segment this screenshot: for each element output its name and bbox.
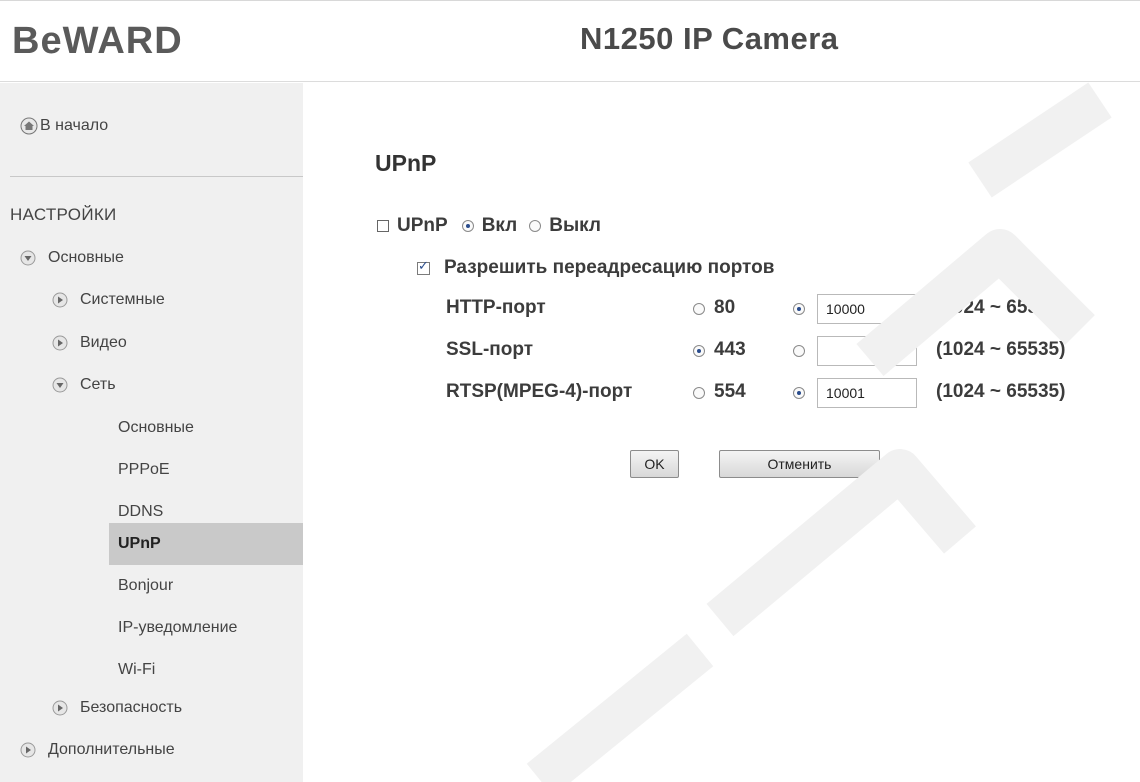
port-forward-checkbox[interactable] (417, 258, 430, 275)
home-link[interactable]: В начало (20, 117, 108, 135)
rtsp-custom-radio[interactable] (793, 387, 805, 399)
upnp-on-radio[interactable] (461, 220, 474, 232)
ssl-port-input[interactable] (817, 336, 917, 366)
http-custom-radio[interactable] (793, 303, 805, 315)
sidebar-item-system[interactable]: Системные (52, 288, 165, 312)
upnp-off-radio[interactable] (529, 220, 542, 232)
sidebar-item-basic[interactable]: Основные (20, 246, 124, 270)
cancel-button[interactable]: Отменить (719, 450, 880, 478)
rtsp-port-input[interactable] (817, 378, 917, 408)
chevron-right-icon (52, 700, 68, 716)
sidebar-item-label: Основные (48, 249, 124, 266)
sidebar-item-network[interactable]: Сеть (52, 373, 116, 397)
sidebar-item-wifi[interactable]: Wi-Fi (118, 658, 155, 682)
square-bullet-icon (377, 220, 389, 232)
http-port-input[interactable] (817, 294, 917, 324)
http-port-label: HTTP-порт (446, 297, 546, 318)
sidebar-item-advanced[interactable]: Дополнительные (20, 738, 175, 762)
ssl-default-value: 443 (714, 339, 746, 360)
rtsp-default-radio[interactable] (693, 387, 705, 399)
ok-button[interactable]: OK (630, 450, 679, 478)
camera-title: N1250 IP Camera (580, 21, 839, 56)
chevron-down-icon (52, 377, 68, 393)
upnp-toggle-row: UPnP Вкл Выкл (377, 215, 601, 237)
sidebar-divider (10, 176, 303, 177)
sidebar-item-pppoe[interactable]: PPPoE (118, 458, 170, 482)
sidebar-item-label: Видео (80, 334, 127, 351)
sidebar-item-ip-notify[interactable]: IP-уведомление (118, 616, 237, 640)
sidebar-item-label: Дополнительные (48, 741, 175, 758)
port-forward-row: Разрешить переадресацию портов (417, 257, 774, 279)
http-port-range: (1024 ~ 65535) (936, 297, 1066, 318)
sidebar-item-label: Системные (80, 291, 165, 308)
beward-logo: BeWARD (12, 19, 212, 63)
home-label: В начало (40, 117, 109, 134)
upnp-label: UPnP (397, 215, 448, 236)
page-title: UPnP (375, 150, 437, 176)
upnp-off-label: Выкл (549, 215, 601, 236)
sidebar-item-security[interactable]: Безопасность (52, 696, 182, 720)
ssl-port-label: SSL-порт (446, 339, 534, 360)
http-default-value: 80 (714, 297, 736, 318)
main-content: UPnP UPnP Вкл Выкл Разрешить переадресац… (303, 83, 1140, 782)
rtsp-default-value: 554 (714, 381, 746, 402)
port-forward-label: Разрешить переадресацию портов (444, 257, 775, 278)
sidebar-item-label: Сеть (80, 376, 116, 393)
rtsp-port-range: (1024 ~ 65535) (936, 381, 1066, 402)
chevron-right-icon (52, 335, 68, 351)
sidebar-item-upnp[interactable]: UPnP (118, 532, 161, 556)
sidebar-item-label: Безопасность (80, 699, 183, 716)
chevron-down-icon (20, 250, 36, 266)
header: BeWARD N1250 IP Camera (0, 0, 1140, 82)
sidebar-item-ddns[interactable]: DDNS (118, 500, 163, 524)
ssl-custom-radio[interactable] (793, 345, 805, 357)
rtsp-port-label: RTSP(MPEG-4)-порт (446, 381, 633, 402)
ssl-default-radio[interactable] (693, 345, 705, 357)
sidebar-item-bonjour[interactable]: Bonjour (118, 574, 173, 598)
sidebar-item-network-basic[interactable]: Основные (118, 416, 194, 440)
svg-text:BeWARD: BeWARD (12, 20, 183, 62)
settings-heading: НАСТРОЙКИ (10, 205, 117, 224)
chevron-right-icon (52, 292, 68, 308)
upnp-on-label: Вкл (481, 215, 518, 236)
chevron-right-icon (20, 742, 36, 758)
sidebar: В начало НАСТРОЙКИ Основные Системные Ви… (0, 83, 303, 782)
http-default-radio[interactable] (693, 303, 705, 315)
sidebar-item-video[interactable]: Видео (52, 331, 127, 355)
home-icon (20, 117, 38, 135)
ssl-port-range: (1024 ~ 65535) (936, 339, 1066, 360)
